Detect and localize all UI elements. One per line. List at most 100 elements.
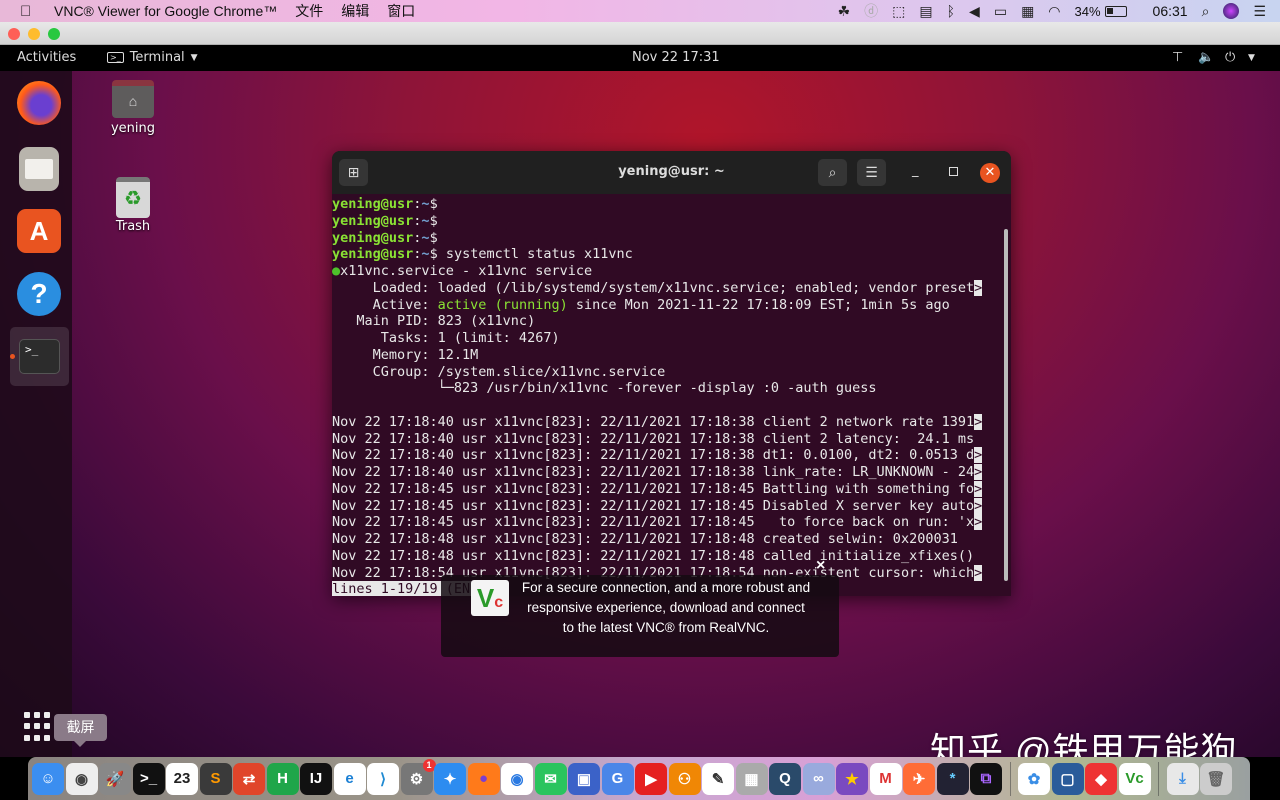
clock[interactable]: 06:31 xyxy=(1153,3,1188,19)
files-launcher[interactable] xyxy=(19,147,59,191)
superstar-icon[interactable]: ★ xyxy=(836,762,868,795)
terminal-icon[interactable]: >_ xyxy=(132,762,165,795)
question-icon: ? xyxy=(30,278,48,309)
zoom-window-button[interactable] xyxy=(48,28,60,40)
app-menu[interactable]: VNC® Viewer for Google Chrome™ xyxy=(54,3,277,19)
calculator-icon[interactable]: ▦ xyxy=(735,762,768,795)
help-launcher[interactable]: ? xyxy=(17,272,61,316)
terminal-line: yening@usr:~$ xyxy=(332,196,1002,213)
activities-button[interactable]: Activities xyxy=(17,50,76,65)
network-icon[interactable]: ⊤ xyxy=(1172,50,1183,65)
drawio-icon[interactable]: ⚇ xyxy=(668,762,701,795)
firefox-icon[interactable]: ● xyxy=(467,762,500,795)
calendar-icon[interactable]: 23 xyxy=(166,762,198,795)
volume-icon[interactable]: 🔈 xyxy=(1198,50,1214,65)
downloads-icon[interactable]: ⤓ xyxy=(1166,762,1199,795)
scroll-reverser-icon[interactable]: ✎ xyxy=(702,762,734,795)
notification-close-button[interactable]: × xyxy=(816,557,825,575)
dock-separator xyxy=(1009,761,1011,796)
terminal-text: > xyxy=(974,514,983,531)
power-icon[interactable]: ⏻ xyxy=(1225,50,1235,65)
menu-button[interactable]: ☰ xyxy=(857,159,886,186)
apple-menu-icon[interactable]:  xyxy=(20,3,36,20)
wechat-icon[interactable]: ✉ xyxy=(534,762,567,795)
virtualbox-icon[interactable]: ▢ xyxy=(1051,762,1084,795)
gmail-icon[interactable]: M xyxy=(869,762,902,795)
spotlight-icon[interactable]: ⌕ xyxy=(1202,3,1210,20)
volume-icon[interactable]: ◀ xyxy=(969,3,980,20)
keyboard-layout-icon[interactable]: ▤ xyxy=(919,3,932,20)
youtube-icon[interactable]: ▶ xyxy=(635,762,667,795)
control-center-icon[interactable]: ☰ xyxy=(1253,3,1266,20)
terminal-app-menu[interactable]: >_ Terminal ▼ xyxy=(107,50,198,65)
parallels-icon[interactable]: ▣ xyxy=(568,762,600,795)
safari-icon[interactable]: ✦ xyxy=(434,762,466,795)
chrome-icon[interactable]: ◉ xyxy=(501,762,533,795)
search-icon: ⌕ xyxy=(828,164,837,181)
terminal-text: Nov 22 17:18:40 usr x11vnc[823]: 22/11/2… xyxy=(332,447,975,464)
jump-desktop-icon[interactable]: * xyxy=(936,762,969,795)
terminal-scrollbar[interactable] xyxy=(1004,229,1008,581)
search-button[interactable]: ⌕ xyxy=(818,159,847,186)
firefox-launcher[interactable] xyxy=(17,81,61,125)
google-translate-icon[interactable]: G xyxy=(601,762,634,795)
terminal-text: $ xyxy=(429,196,438,212)
terminal-launcher-active[interactable]: >_ xyxy=(10,327,69,386)
terminal-text: ~ xyxy=(421,229,430,246)
intellij-idea-icon[interactable]: IJ xyxy=(300,762,332,795)
finder-icon[interactable]: ☺ xyxy=(32,762,64,795)
bluetooth-icon[interactable]: ᛒ xyxy=(947,3,955,19)
dash-icon[interactable]: ⓓ xyxy=(864,1,878,21)
us-flag-icon[interactable]: ▦ xyxy=(1021,3,1034,20)
edge-icon[interactable]: e xyxy=(333,762,366,795)
home-folder-label[interactable]: yening xyxy=(93,121,173,136)
vscode-icon[interactable]: ⟩ xyxy=(367,762,399,795)
trash-icon[interactable]: ♻ xyxy=(116,177,150,218)
battery-status[interactable]: 34% xyxy=(1075,4,1127,19)
screenshot-icon[interactable]: ◉ xyxy=(65,762,98,795)
trash-icon[interactable]: 🗑 xyxy=(1200,762,1232,795)
baidu-netdisk-icon[interactable]: ✿ xyxy=(1018,762,1050,795)
close-window-button[interactable] xyxy=(8,28,20,40)
terminal-text: Tasks: 1 (limit: 4267) xyxy=(332,330,560,346)
hbuilder-icon[interactable]: H xyxy=(266,762,299,795)
terminal-title: yening@usr: ~ xyxy=(618,164,725,179)
anydesk-icon[interactable]: ◆ xyxy=(1085,762,1117,795)
vnc-viewer-icon[interactable]: Vc xyxy=(1118,762,1151,795)
siri-icon[interactable] xyxy=(1223,3,1240,19)
quicktime-icon[interactable]: Q xyxy=(769,762,801,795)
system-menu-chevron-icon[interactable]: ▼ xyxy=(1248,53,1255,63)
maximize-button[interactable] xyxy=(949,167,958,176)
ubuntu-software-launcher[interactable]: A xyxy=(17,209,61,253)
ubuntu-top-bar: Activities >_ Terminal ▼ Nov 22 17:31 ⊤ 🔈 … xyxy=(0,45,1280,71)
trash-label[interactable]: Trash xyxy=(93,219,173,234)
cursor-icon[interactable]: ⬚ xyxy=(892,3,905,20)
menu-window[interactable]: 窗口 xyxy=(387,1,415,21)
stacks-icon[interactable]: ⧉ xyxy=(970,762,1002,795)
folder-icon xyxy=(25,159,53,179)
system-preferences-icon[interactable]: ⚙ 1 xyxy=(400,758,436,795)
creative-cloud-icon[interactable]: ☘ xyxy=(838,3,851,20)
terminal-text: ~ xyxy=(421,246,430,263)
chevron-down-icon: ▼ xyxy=(190,52,198,63)
remote-desktop-icon[interactable]: ⇄ xyxy=(233,762,265,795)
datetime[interactable]: Nov 22 17:31 xyxy=(632,50,720,65)
terminal-line: Nov 22 17:18:40 usr x11vnc[823]: 22/11/2… xyxy=(332,431,1002,448)
terminal-output[interactable]: yening@usr:~$ yening@usr:~$ yening@usr:~$ y… xyxy=(332,196,1002,596)
airplay-icon[interactable]: ▭ xyxy=(994,3,1007,20)
terminal-text: Nov 22 17:18:40 usr x11vnc[823]: 22/11/2… xyxy=(332,430,975,447)
sublime-text-icon[interactable]: S xyxy=(199,762,232,795)
menu-edit[interactable]: 编辑 xyxy=(341,1,369,21)
coteditor-icon[interactable]: ∞ xyxy=(802,762,835,795)
minimize-window-button[interactable] xyxy=(28,28,40,40)
postman-icon[interactable]: ✈ xyxy=(903,762,935,795)
home-folder-icon[interactable]: ⌂ xyxy=(112,80,154,118)
terminal-text: $ xyxy=(429,212,438,229)
terminal-text: ~ xyxy=(421,196,430,212)
close-button[interactable]: ✕ xyxy=(980,163,1000,183)
launchpad-icon[interactable]: 🚀 xyxy=(99,762,131,795)
wifi-icon[interactable]: ◠ xyxy=(1048,3,1060,20)
minimize-button[interactable]: _ xyxy=(912,163,919,178)
menu-file[interactable]: 文件 xyxy=(295,1,323,21)
show-applications-icon[interactable] xyxy=(24,712,54,742)
